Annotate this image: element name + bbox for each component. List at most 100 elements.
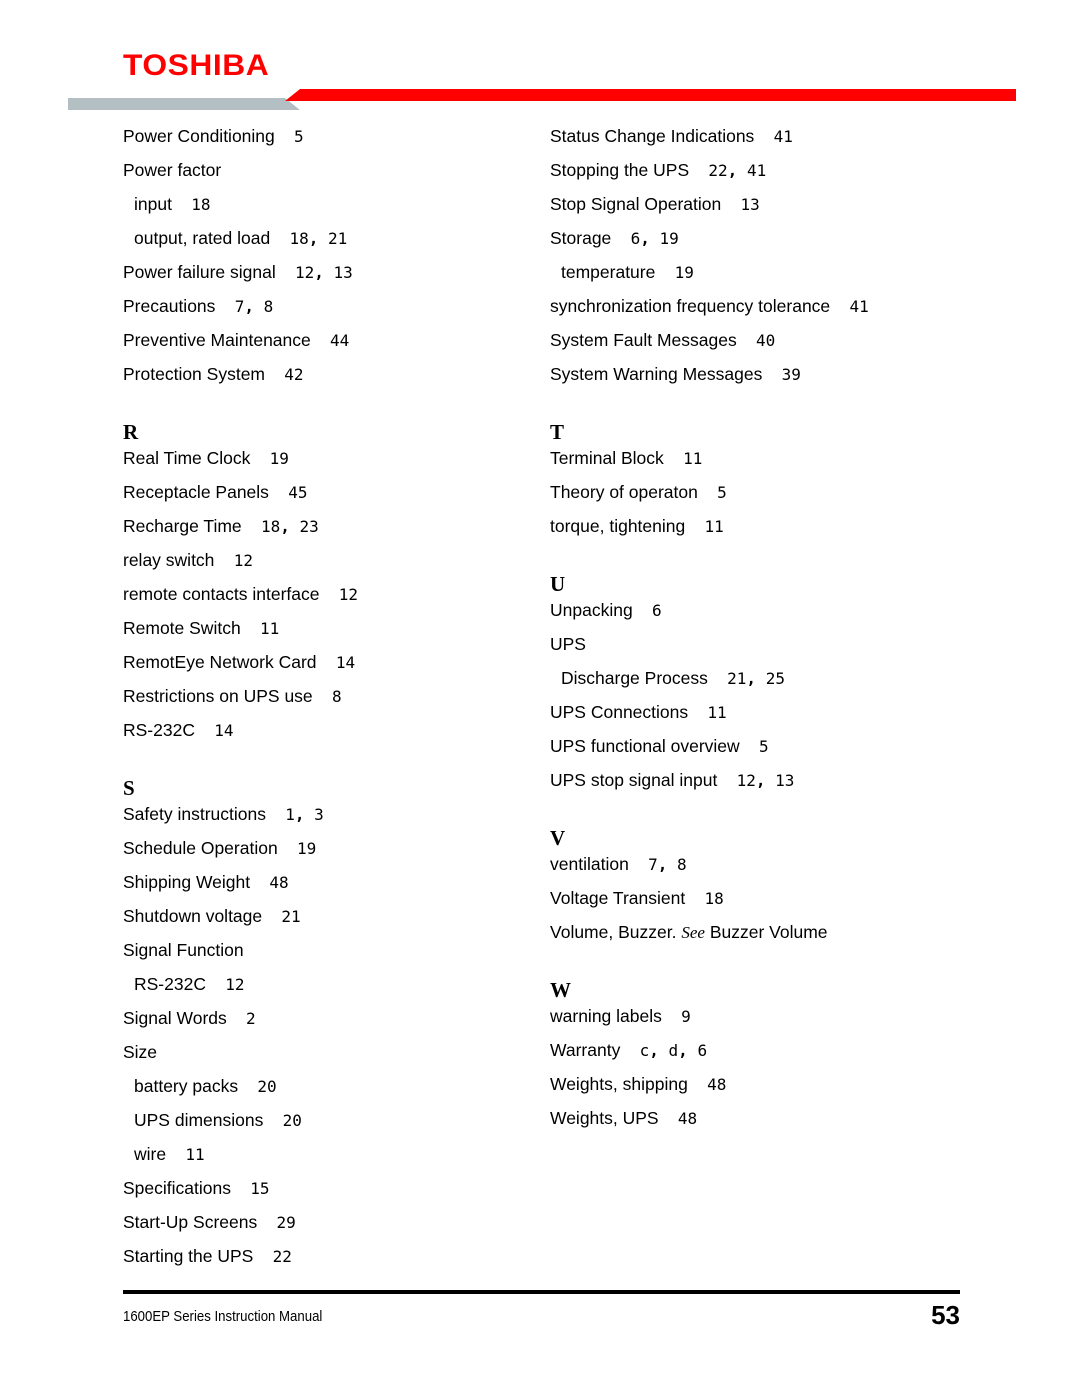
index-entry-pages: 12, 13 (717, 771, 795, 790)
index-entry[interactable]: Protection System 42 (123, 365, 304, 384)
index-entry[interactable]: Weights, UPS 48 (550, 1109, 697, 1128)
index-see-label: See (681, 923, 705, 942)
index-entry[interactable]: input 18 (123, 195, 210, 214)
index-entry-pages: 21 (262, 907, 300, 926)
page-number: 9 (681, 1007, 691, 1026)
index-entry[interactable]: Power failure signal 12, 13 (123, 263, 353, 282)
index-entry[interactable]: UPS functional overview 5 (550, 737, 769, 756)
index-entry-pages: 21, 25 (708, 669, 785, 688)
index-entry-label: Size (123, 1042, 158, 1062)
index-entry[interactable]: Starting the UPS 22 (123, 1247, 292, 1266)
page-number: 44 (330, 331, 350, 350)
index-entry-label: Shipping Weight (123, 872, 251, 892)
page-number: 11 (707, 703, 727, 722)
index-section-heading-r: R (123, 420, 139, 444)
index-entry[interactable]: Restrictions on UPS use 8 (123, 687, 342, 706)
index-entry-label: Weights, shipping (550, 1074, 688, 1094)
index-entry[interactable]: UPS dimensions 20 (123, 1111, 302, 1130)
index-entry[interactable]: UPS stop signal input 12, 13 (550, 771, 795, 790)
page-number: 3 (314, 805, 324, 824)
index-entry[interactable]: Safety instructions 1, 3 (123, 805, 324, 824)
page-number: 12 (338, 585, 359, 604)
index-entry[interactable]: Shutdown voltage 21 (123, 907, 301, 926)
index-entry[interactable]: Remote Switch 11 (123, 618, 279, 638)
index-entry-pages: 13 (721, 195, 760, 214)
index-entry[interactable]: Volume, Buzzer. See Buzzer Volume (550, 923, 828, 942)
page-number: 7 (648, 855, 658, 874)
index-entry[interactable]: Power Conditioning 5 (123, 127, 304, 146)
index-entry-label: Remote Switch (123, 618, 241, 638)
index-entry[interactable]: Unpacking 6 (550, 600, 662, 620)
index-entry-label: Real Time Clock (123, 448, 251, 468)
index-entry[interactable]: UPS (550, 635, 586, 654)
index-entry[interactable]: RS-232C 14 (123, 721, 234, 740)
index-entry[interactable]: ventilation 7, 8 (550, 855, 687, 874)
page-separator: , (308, 229, 319, 248)
index-entry-label: Stopping the UPS (550, 160, 690, 180)
index-section-heading-u: U (550, 572, 566, 596)
index-entry[interactable]: Signal Words 2 (123, 1009, 256, 1028)
header-rule-graphic (68, 89, 1016, 110)
page-number: 14 (214, 721, 234, 740)
index-entry[interactable]: Warranty c, d, 6 (550, 1041, 708, 1060)
index-entry[interactable]: Status Change Indications 41 (550, 126, 793, 146)
index-entry[interactable]: RS-232C 12 (123, 975, 245, 994)
index-entry[interactable]: warning labels 9 (550, 1006, 691, 1026)
page-number: 18 (704, 889, 724, 908)
index-entry-label: Theory of operaton (550, 482, 698, 502)
index-entry-pages: 12 (214, 551, 253, 570)
index-entry[interactable]: Storage 6, 19 (550, 229, 679, 248)
index-entry[interactable]: Voltage Transient 18 (550, 889, 724, 908)
page-masthead: TOSHIBA (0, 0, 1080, 112)
index-entry[interactable]: Discharge Process 21, 25 (550, 669, 785, 688)
index-entry[interactable]: wire 11 (123, 1145, 205, 1164)
index-entry[interactable]: Recharge Time 18, 23 (123, 516, 319, 536)
page-number: 40 (756, 331, 776, 350)
page-number: 14 (335, 653, 356, 672)
index-entry[interactable]: Preventive Maintenance 44 (123, 331, 350, 350)
index-entry-label: Status Change Indications (550, 126, 755, 146)
index-entry[interactable]: torque, tightening 11 (550, 516, 724, 536)
index-entry[interactable]: Theory of operaton 5 (550, 482, 727, 502)
index-entry[interactable]: RemotEye Network Card 14 (123, 653, 356, 672)
index-entry-label: warning labels (550, 1006, 662, 1026)
index-entry[interactable]: System Warning Messages 39 (550, 365, 801, 384)
page-number: 22 (708, 161, 728, 180)
index-entry[interactable]: synchronization frequency tolerance 41 (550, 297, 869, 316)
index-entry-pages: 11 (241, 619, 279, 638)
index-entry[interactable]: Receptacle Panels 45 (123, 483, 307, 502)
index-entry-label: output, rated load (134, 228, 271, 248)
index-entry-pages: 45 (269, 483, 307, 502)
index-entry[interactable]: Terminal Block 11 (550, 449, 702, 468)
index-entry[interactable]: Specifications 15 (123, 1179, 270, 1198)
index-entry-pages: 44 (311, 331, 350, 350)
index-entry-label: System Fault Messages (550, 330, 737, 350)
index-entry[interactable]: Size (123, 1042, 158, 1062)
page-number: 22 (272, 1247, 292, 1266)
index-entry[interactable]: Start-Up Screens 29 (123, 1213, 296, 1232)
page-number: 6 (697, 1041, 708, 1060)
page-number: 13 (775, 771, 795, 790)
index-entry[interactable]: Stopping the UPS 22, 41 (550, 160, 766, 180)
index-entry[interactable]: temperature 19 (550, 263, 694, 282)
index-entry-label: torque, tightening (550, 516, 686, 536)
index-entry[interactable]: Power factor (123, 161, 221, 180)
index-entry-label: Unpacking (550, 600, 633, 620)
index-entry[interactable]: Schedule Operation 19 (123, 839, 316, 858)
index-entry[interactable]: output, rated load 18, 21 (123, 228, 347, 248)
index-entry[interactable]: Stop Signal Operation 13 (550, 195, 760, 214)
index-entry[interactable]: Shipping Weight 48 (123, 872, 289, 892)
index-entry[interactable]: battery packs 20 (123, 1077, 277, 1096)
index-entry[interactable]: remote contacts interface 12 (123, 585, 359, 604)
index-entry[interactable]: Precautions 7, 8 (123, 297, 273, 316)
footer-manual-title: 1600EP Series Instruction Manual (123, 1308, 323, 1325)
index-entry[interactable]: Real Time Clock 19 (123, 448, 289, 468)
index-entry[interactable]: System Fault Messages 40 (550, 330, 776, 350)
index-entry[interactable]: Weights, shipping 48 (550, 1074, 726, 1094)
index-entry-pages: 19 (655, 263, 694, 282)
index-entry[interactable]: Signal Function (123, 941, 244, 960)
index-entry-label: Recharge Time (123, 516, 242, 536)
index-entry[interactable]: UPS Connections 11 (550, 703, 727, 722)
index-entry[interactable]: relay switch 12 (123, 551, 253, 570)
index-entry-pages: 18 (685, 889, 724, 908)
